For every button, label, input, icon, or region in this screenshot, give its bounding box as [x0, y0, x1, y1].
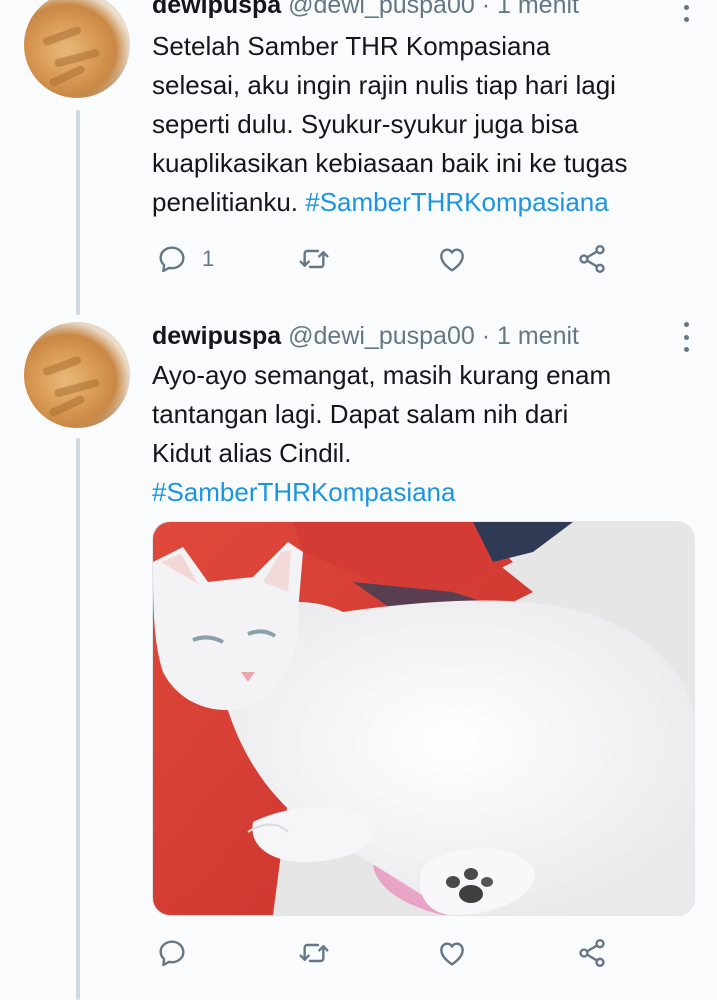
- share-icon: [579, 939, 605, 967]
- heart-icon: [440, 248, 464, 272]
- retweet-button[interactable]: [298, 239, 330, 279]
- text-line: Ayo-ayo semangat, masih kurang enam: [152, 360, 612, 390]
- tweet-header: dewipuspa @dewi_puspa00 · 1 menit: [152, 0, 579, 20]
- tweet-actions: [152, 933, 622, 973]
- retweet-icon: [299, 249, 329, 269]
- retweet-button[interactable]: [298, 933, 330, 973]
- separator: ·: [474, 322, 497, 350]
- timestamp[interactable]: 1 menit: [497, 0, 579, 19]
- reply-count: 1: [202, 246, 215, 271]
- cat-photo: [153, 522, 694, 915]
- avatar[interactable]: [24, 0, 130, 98]
- handle[interactable]: @dewi_puspa00: [288, 0, 475, 19]
- tweet-1[interactable]: dewipuspa @dewi_puspa00 · 1 menit Setela…: [0, 0, 717, 300]
- hashtag-link[interactable]: #SamberTHRKompasiana: [152, 477, 455, 507]
- reply-icon: [159, 246, 185, 273]
- heart-icon: [440, 942, 464, 966]
- reply-button[interactable]: 1: [156, 239, 214, 279]
- timestamp[interactable]: 1 menit: [497, 322, 579, 350]
- text-line: selesai, aku ingin rajin nulis tiap hari…: [152, 70, 616, 100]
- display-name[interactable]: dewipuspa: [152, 322, 281, 350]
- more-vertical-icon[interactable]: [683, 322, 689, 352]
- share-button[interactable]: [576, 933, 608, 973]
- tweet-header: dewipuspa @dewi_puspa00 · 1 menit: [152, 322, 579, 351]
- text-line: tantangan lagi. Dapat salam nih dari: [152, 399, 569, 429]
- separator: ·: [474, 0, 497, 19]
- retweet-icon: [299, 943, 329, 963]
- tweet-photo[interactable]: [152, 521, 695, 916]
- tweet-2[interactable]: dewipuspa @dewi_puspa00 · 1 menit Ayo-ay…: [0, 310, 717, 1000]
- tweet-text: Ayo-ayo semangat, masih kurang enam tant…: [152, 356, 692, 512]
- more-vertical-icon[interactable]: [683, 0, 689, 22]
- text-line: Kidut alias Cindil.: [152, 438, 352, 468]
- tweet-actions: 1: [152, 239, 622, 279]
- reply-icon: [159, 940, 185, 967]
- like-button[interactable]: [436, 239, 468, 279]
- handle[interactable]: @dewi_puspa00: [288, 322, 475, 350]
- text-line: kuaplikasikan kebiasaan baik ini ke tuga…: [152, 148, 628, 178]
- share-icon: [579, 245, 605, 273]
- share-button[interactable]: [576, 239, 608, 279]
- display-name[interactable]: dewipuspa: [152, 0, 281, 19]
- reply-button[interactable]: [156, 933, 202, 973]
- like-button[interactable]: [436, 933, 468, 973]
- text-line: Setelah Samber THR Kompasiana: [152, 31, 551, 61]
- text-line: seperti dulu. Syukur-syukur juga bisa: [152, 109, 579, 139]
- tweet-text: Setelah Samber THR Kompasiana selesai, a…: [152, 27, 692, 222]
- hashtag-link[interactable]: #SamberTHRKompasiana: [305, 187, 608, 217]
- avatar[interactable]: [24, 322, 130, 428]
- text-line: penelitianku.: [152, 187, 298, 217]
